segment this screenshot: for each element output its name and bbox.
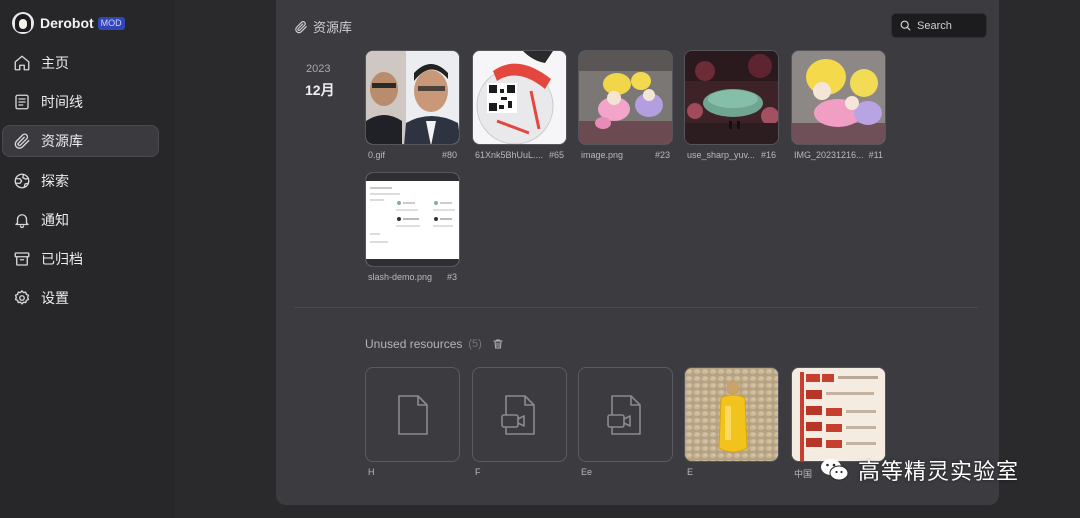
sidebar-item-label: 时间线 bbox=[41, 94, 83, 110]
search-box[interactable] bbox=[891, 13, 987, 38]
sidebar-item-label: 已归档 bbox=[41, 251, 83, 267]
sidebar-item-label: 主页 bbox=[41, 55, 69, 71]
archive-icon bbox=[14, 252, 30, 266]
resources-panel: 资源库 2023 12月 0.gif #80 bbox=[276, 0, 999, 505]
wechat-icon bbox=[821, 459, 849, 481]
page-title: 资源库 bbox=[294, 17, 352, 36]
resource-name: 61Xnk5BhUuL.... bbox=[475, 150, 544, 160]
unused-resources-title: Unused resources bbox=[365, 337, 463, 351]
resource-thumbnail bbox=[473, 51, 566, 144]
watermark-text: 高等精灵实验室 bbox=[858, 459, 1020, 484]
sidebar-item-explore[interactable]: 探索 bbox=[2, 165, 159, 197]
resource-thumbnail bbox=[792, 368, 885, 461]
video-file-icon bbox=[500, 394, 535, 435]
watermark: 高等精灵实验室 bbox=[820, 454, 1019, 486]
group-year: 2023 bbox=[306, 63, 331, 75]
unused-resources-count: (5) bbox=[468, 338, 482, 350]
search-input[interactable] bbox=[917, 19, 981, 32]
resource-name: IMG_20231216... bbox=[794, 150, 864, 160]
resource-name: H bbox=[368, 467, 375, 477]
paperclip-icon bbox=[14, 133, 30, 149]
sidebar-item-archived[interactable]: 已归档 bbox=[2, 243, 159, 275]
resource-id: #23 bbox=[654, 150, 670, 160]
trash-icon[interactable] bbox=[492, 338, 504, 350]
sidebar-item-home[interactable]: 主页 bbox=[2, 47, 159, 79]
unused-resource-tile[interactable] bbox=[365, 367, 460, 462]
sidebar-item-settings[interactable]: 设置 bbox=[2, 282, 159, 314]
unused-resources-header: Unused resources (5) bbox=[365, 337, 504, 351]
resource-name: 中国 bbox=[794, 469, 813, 479]
resource-name: Ee bbox=[581, 467, 593, 477]
sidebar-item-label: 通知 bbox=[41, 212, 69, 228]
unused-resource-tile[interactable] bbox=[684, 367, 779, 462]
resource-name: slash-demo.png bbox=[368, 272, 433, 282]
home-icon bbox=[14, 55, 30, 71]
gear-icon bbox=[14, 290, 30, 305]
sidebar-item-resources[interactable]: 资源库 bbox=[2, 125, 159, 157]
resource-id: #3 bbox=[446, 272, 457, 282]
resource-id: #16 bbox=[760, 150, 776, 160]
resource-name: use_sharp_yuv... bbox=[687, 150, 755, 160]
resource-tile[interactable] bbox=[578, 50, 673, 145]
resource-id: #11 bbox=[868, 150, 883, 160]
timeline-icon bbox=[15, 94, 29, 110]
video-file-icon bbox=[606, 394, 641, 435]
group-month: 12月 bbox=[305, 82, 335, 98]
bell-icon bbox=[15, 214, 29, 229]
sidebar-item-timeline[interactable]: 时间线 bbox=[2, 86, 159, 118]
resource-thumbnail bbox=[366, 51, 459, 144]
file-icon bbox=[397, 394, 428, 435]
resource-name: image.png bbox=[581, 150, 624, 160]
section-divider bbox=[294, 307, 978, 308]
resource-tile[interactable] bbox=[791, 50, 886, 145]
paperclip-icon bbox=[295, 20, 307, 33]
resource-thumbnail bbox=[579, 51, 672, 144]
brand-name: Derobot bbox=[40, 15, 94, 31]
page-title-text: 资源库 bbox=[313, 20, 353, 35]
resource-tile[interactable] bbox=[365, 50, 460, 145]
sidebar-item-label: 设置 bbox=[41, 290, 69, 306]
resource-id: #65 bbox=[548, 150, 564, 160]
resource-name: F bbox=[475, 467, 481, 477]
unused-resource-tile[interactable] bbox=[472, 367, 567, 462]
globe-icon bbox=[14, 173, 30, 189]
resource-name: E bbox=[687, 467, 694, 477]
brand[interactable]: Derobot MOD bbox=[12, 11, 125, 35]
sidebar: Derobot MOD 主页 时间线 资源库 探索 通知 已归档 设置 bbox=[0, 0, 175, 518]
mod-badge: MOD bbox=[97, 16, 125, 30]
resource-thumbnail bbox=[366, 173, 459, 266]
unused-resource-tile[interactable] bbox=[791, 367, 886, 462]
sidebar-item-label: 探索 bbox=[41, 173, 69, 189]
avatar bbox=[12, 12, 34, 34]
resource-thumbnail bbox=[685, 368, 778, 461]
resource-id: #80 bbox=[441, 150, 457, 160]
resource-name: 0.gif bbox=[368, 150, 386, 160]
resource-tile[interactable] bbox=[684, 50, 779, 145]
unused-resource-tile[interactable] bbox=[578, 367, 673, 462]
resource-thumbnail bbox=[685, 51, 778, 144]
sidebar-item-notifications[interactable]: 通知 bbox=[2, 204, 159, 236]
search-icon bbox=[900, 20, 911, 31]
resource-thumbnail bbox=[792, 51, 885, 144]
resource-tile[interactable] bbox=[472, 50, 567, 145]
sidebar-item-label: 资源库 bbox=[41, 133, 83, 149]
resource-tile[interactable] bbox=[365, 172, 460, 267]
